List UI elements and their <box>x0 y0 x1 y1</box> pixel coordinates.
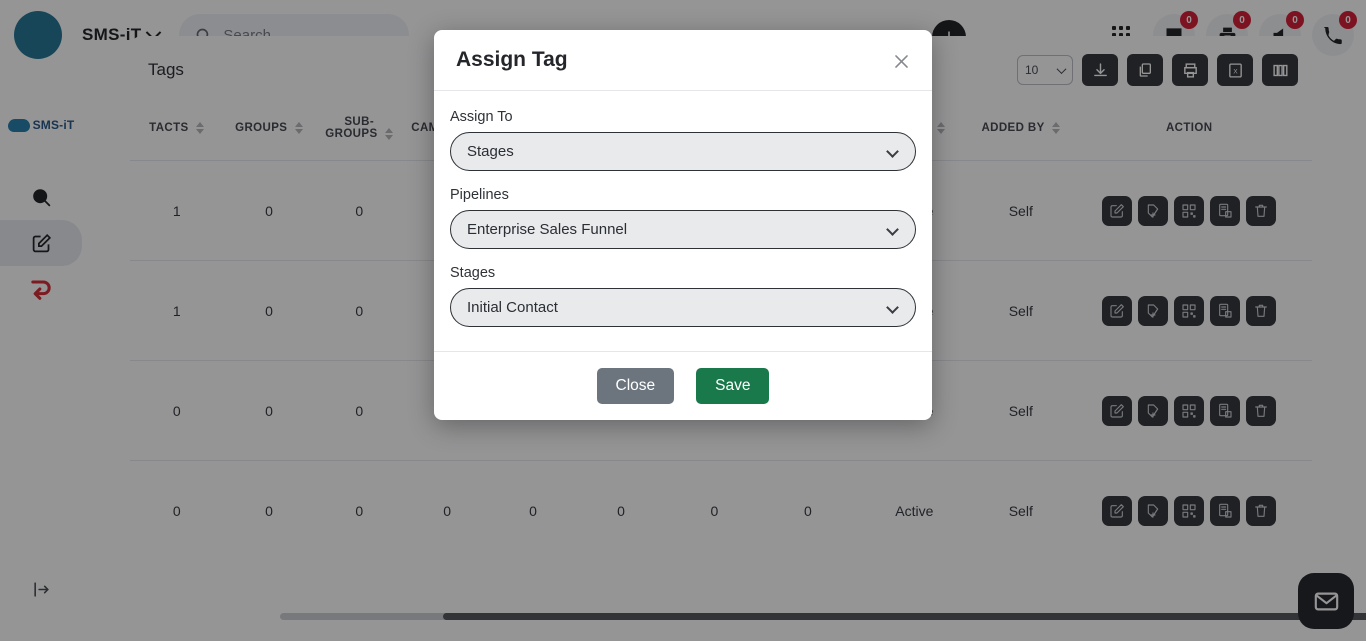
modal-close-button[interactable]: Close <box>596 368 675 404</box>
close-icon <box>894 54 908 68</box>
stages-select[interactable]: Initial Contact <box>450 288 916 327</box>
stages-value: Initial Contact <box>467 299 558 316</box>
chevron-down-icon <box>886 223 899 236</box>
field-pipelines: Pipelines Enterprise Sales Funnel <box>450 187 916 249</box>
field-assign-to: Assign To Stages <box>450 109 916 171</box>
assign-to-select[interactable]: Stages <box>450 132 916 171</box>
assign-tag-modal: Assign Tag Assign To Stages Pipelines En… <box>434 30 932 420</box>
pipelines-value: Enterprise Sales Funnel <box>467 221 628 238</box>
field-stages: Stages Initial Contact <box>450 265 916 327</box>
modal-body: Assign To Stages Pipelines Enterprise Sa… <box>434 91 932 351</box>
modal-title: Assign Tag <box>456 48 568 71</box>
label-stages: Stages <box>450 265 496 281</box>
close-button[interactable] <box>886 46 916 76</box>
assign-to-value: Stages <box>467 143 514 160</box>
app-root: SMS-iT Search + <box>0 0 1366 641</box>
modal-save-button[interactable]: Save <box>696 368 770 404</box>
label-assign-to: Assign To <box>450 109 513 125</box>
pipelines-select[interactable]: Enterprise Sales Funnel <box>450 210 916 249</box>
modal-header: Assign Tag <box>434 30 932 91</box>
modal-footer: Close Save <box>434 351 932 420</box>
label-pipelines: Pipelines <box>450 187 509 203</box>
chevron-down-icon <box>886 145 899 158</box>
chevron-down-icon <box>886 301 899 314</box>
